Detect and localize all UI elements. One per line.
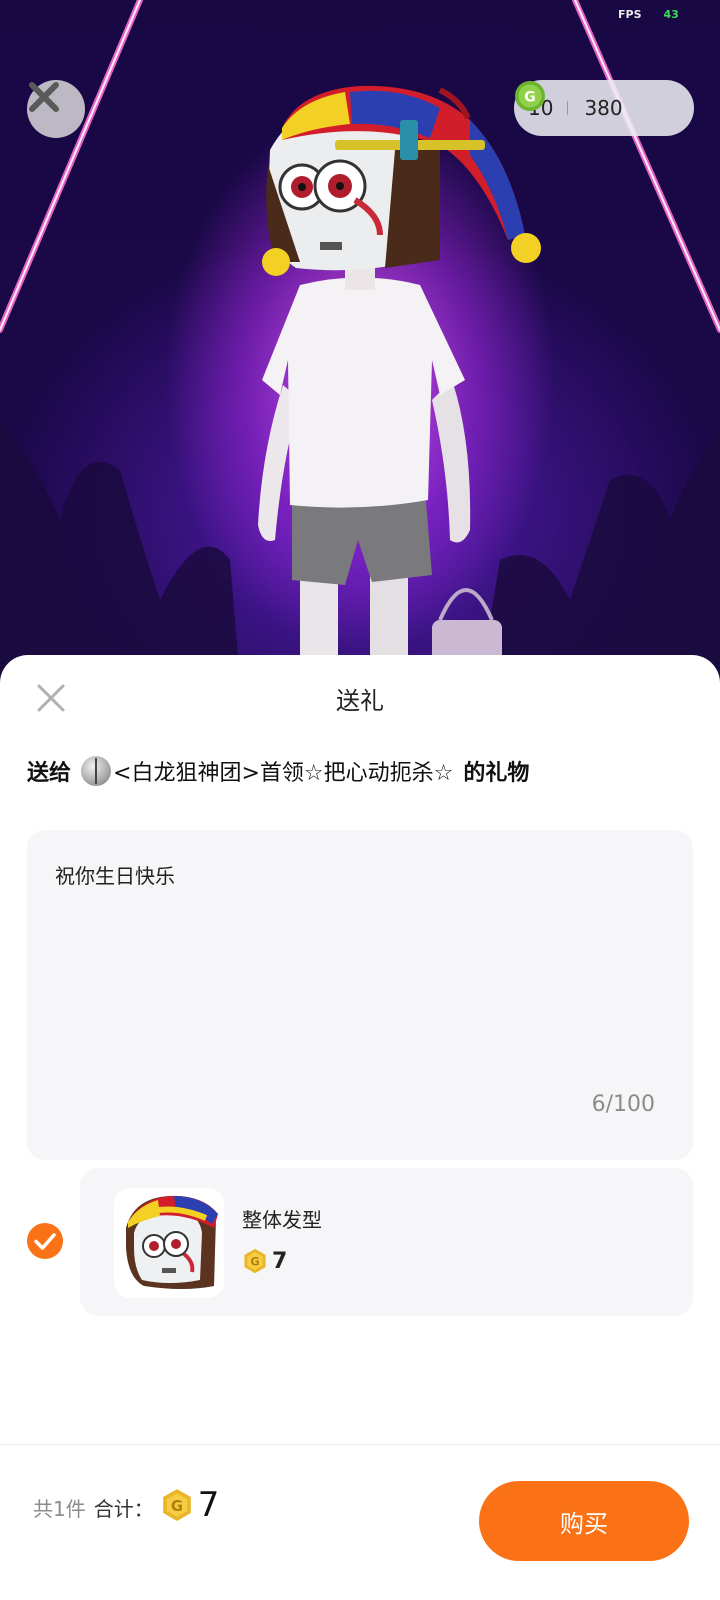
check-icon[interactable] — [26, 1222, 64, 1260]
currency-balance[interactable]: G 10 G 380 — [514, 80, 694, 136]
gold-coin-icon: G — [162, 1489, 191, 1521]
fps-value: 43 — [663, 8, 679, 21]
fps-label: FPS — [618, 8, 642, 21]
avatar-preview-scene: FPS 43 G 10 G 380 — [0, 0, 720, 680]
buy-button[interactable]: 购买 — [479, 1481, 689, 1561]
total-label: 合计： — [93, 1497, 154, 1521]
green-coin-icon: G — [515, 81, 545, 111]
app-root: FPS 43 G 10 G 380 — [0, 0, 720, 1600]
message-char-count: 6/100 — [591, 1092, 655, 1117]
svg-text:G: G — [250, 1254, 259, 1268]
fps-counter: FPS 43 — [618, 8, 679, 21]
gift-name: 整体发型 — [242, 1208, 322, 1232]
gift-price: G 7 — [242, 1248, 287, 1274]
message-input[interactable]: 祝你生日快乐 6/100 — [27, 830, 693, 1160]
hairstyle-preview-image — [126, 1195, 218, 1289]
gift-thumbnail — [114, 1188, 224, 1298]
close-preview-button[interactable] — [27, 80, 85, 138]
gift-item-card[interactable]: 整体发型 G 7 — [80, 1168, 693, 1316]
message-text: 祝你生日快乐 — [55, 864, 175, 888]
recipient-avatar — [81, 756, 112, 786]
order-summary: 共1件 合计： G 7 — [33, 1485, 219, 1525]
close-icon — [29, 82, 59, 112]
footer-divider — [0, 1444, 720, 1445]
recipient-suffix: 的礼物 — [463, 761, 530, 786]
svg-text:G: G — [171, 1497, 183, 1515]
gift-sheet: 送礼 送给 <白龙狙神团>首领☆把心动扼杀☆ 的礼物 祝你生日快乐 6/100 — [0, 655, 720, 1600]
recipient-name: <白龙狙神团>首领☆把心动扼杀☆ — [113, 761, 454, 786]
sheet-title: 送礼 — [336, 687, 384, 715]
recipient-line: 送给 <白龙狙神团>首领☆把心动扼杀☆ 的礼物 — [27, 755, 529, 787]
gift-price-value: 7 — [272, 1248, 288, 1274]
green-coin-balance: 380 — [584, 96, 623, 120]
svg-text:G: G — [524, 90, 536, 106]
total-value: 7 — [197, 1485, 220, 1525]
recipient-prefix: 送给 — [27, 761, 72, 786]
item-count: 共1件 — [33, 1497, 86, 1521]
gold-coin-icon: G — [244, 1248, 266, 1274]
balance-divider — [567, 101, 569, 115]
